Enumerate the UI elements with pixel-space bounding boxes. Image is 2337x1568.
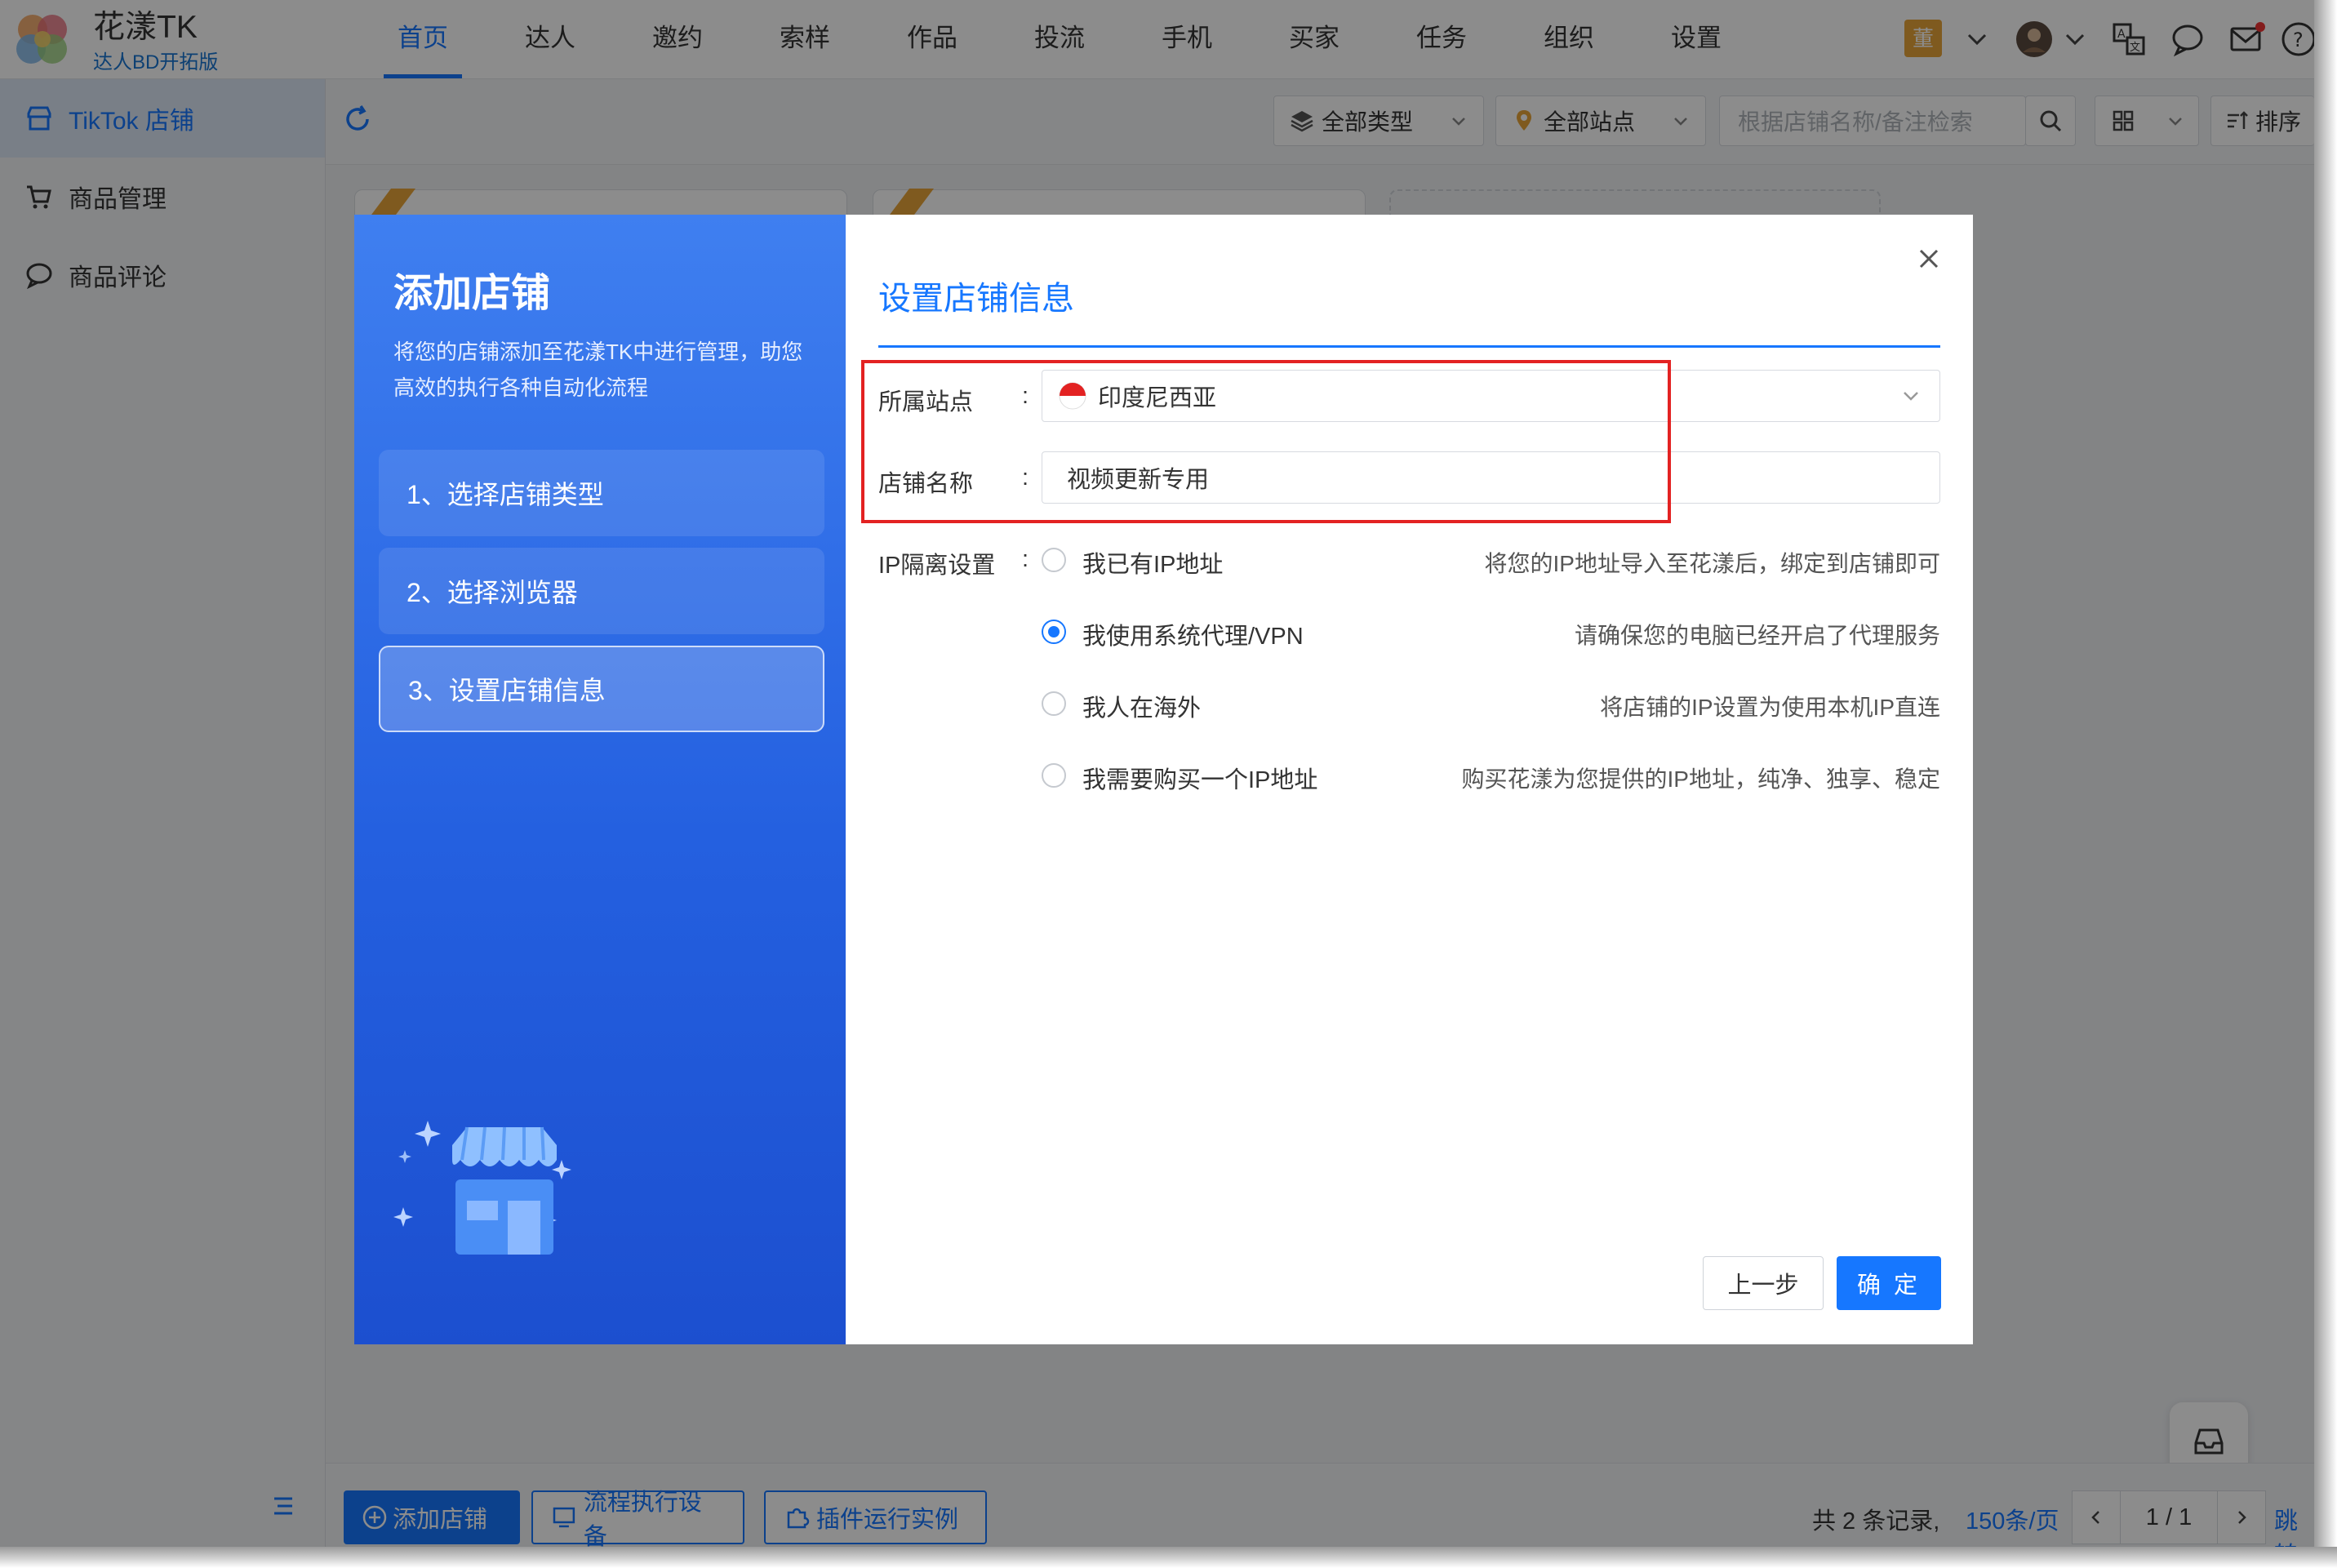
radio-buy-ip-label[interactable]: 我需要购买一个IP地址 [1082,761,1317,795]
radio-overseas-label[interactable]: 我人在海外 [1082,689,1201,723]
highlight-annotation-box [861,360,1671,523]
prev-step-button[interactable]: 上一步 [1703,1256,1824,1310]
radio-overseas-desc: 将店铺的IP设置为使用本机IP直连 [1600,695,1940,720]
store-illustration-icon [393,1121,571,1255]
step-shop-info[interactable]: 3、设置店铺信息 [379,646,824,732]
radio-system-proxy-desc: 请确保您的电脑已经开启了代理服务 [1574,623,1940,648]
field-colon: : [1022,546,1029,572]
dialog-side-description: 将您的店铺添加至花漾TK中进行管理，助您高效的执行各种自动化流程 [393,340,803,400]
radio-own-ip-desc: 将您的IP地址导入至花漾后，绑定到店铺即可 [1484,551,1940,576]
close-icon[interactable] [1914,244,1944,273]
radio-system-proxy-label[interactable]: 我使用系统代理/VPN [1082,617,1304,651]
chevron-down-icon [1904,392,1918,401]
radio-own-ip[interactable] [1042,548,1066,572]
dialog-side-panel: 添加店铺 将您的店铺添加至花漾TK中进行管理，助您高效的执行各种自动化流程 1、… [354,215,846,1344]
app-window: 花漾TK 达人BD开拓版 首页 达人 邀约 索样 作品 投流 手机 买家 任务 … [0,0,2314,1547]
screenshot-bottom-shadow [0,1547,2337,1568]
radio-buy-ip-desc: 购买花漾为您提供的IP地址，纯净、独享、稳定 [1461,766,1940,792]
title-underline [878,345,1940,348]
dialog-form-panel: 设置店铺信息 所属站点 : 印度尼西亚 店铺名称 : 视频更新专用 IP隔离设置… [846,215,1973,1344]
ip-field-label: IP隔离设置 [878,553,996,579]
screenshot-edge-shadow [2314,0,2337,1568]
radio-system-proxy[interactable] [1042,620,1066,644]
radio-overseas[interactable] [1042,691,1066,716]
dialog-side-title: 添加店铺 [393,272,551,315]
radio-own-ip-label[interactable]: 我已有IP地址 [1082,545,1223,580]
step-select-browser[interactable]: 2、选择浏览器 [379,548,824,634]
dialog-title: 设置店铺信息 [878,281,1074,317]
radio-buy-ip[interactable] [1042,763,1066,788]
step-select-type[interactable]: 1、选择店铺类型 [379,450,824,536]
confirm-button[interactable]: 确 定 [1837,1256,1941,1310]
add-shop-dialog: 添加店铺 将您的店铺添加至花漾TK中进行管理，助您高效的执行各种自动化流程 1、… [354,215,1973,1344]
